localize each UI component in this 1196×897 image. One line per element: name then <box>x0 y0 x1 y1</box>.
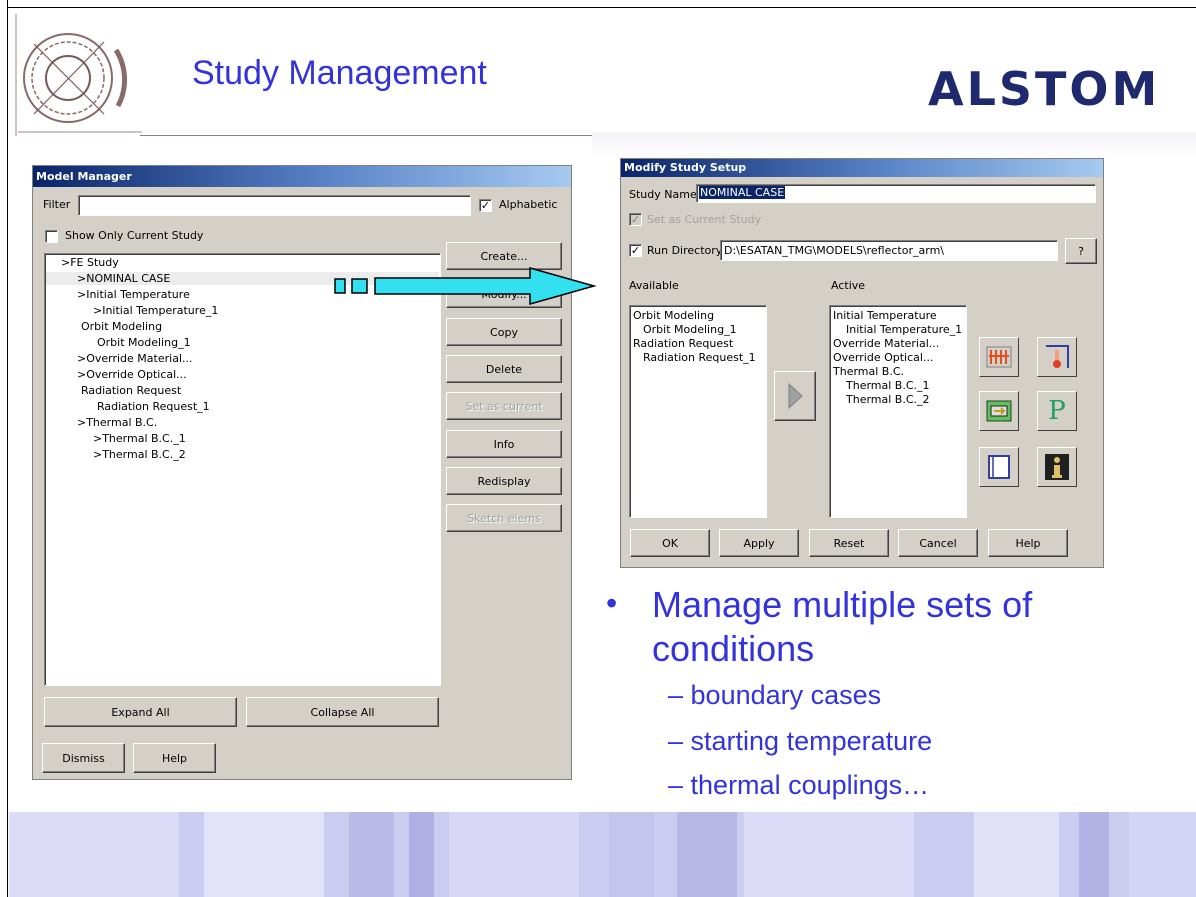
run-directory-label: Run Directory <box>647 244 723 257</box>
active-item[interactable]: Thermal B.C. <box>833 365 904 378</box>
tree-item[interactable]: Orbit Modeling <box>81 320 162 333</box>
set-current-study-label: Set as Current Study <box>647 213 762 226</box>
modify-study-titlebar: Modify Study Setup <box>621 159 1103 177</box>
run-directory-input[interactable]: D:\ESATAN_TMG\MODELS\reflector_arm\ <box>720 240 1058 261</box>
tree-item[interactable]: >Override Optical... <box>77 368 187 381</box>
redisplay-button[interactable]: Redisplay <box>446 467 562 495</box>
show-only-current-checkbox[interactable] <box>45 230 58 243</box>
available-list[interactable]: Orbit Modeling Orbit Modeling_1 Radiatio… <box>629 305 767 518</box>
reset-button[interactable]: Reset <box>809 529 889 557</box>
set-current-study-checkbox[interactable]: ✓ <box>629 213 642 226</box>
info-button[interactable]: Info <box>446 430 562 458</box>
boundary-conditions-icon-button[interactable] <box>979 337 1019 377</box>
temperature-icon-button[interactable] <box>1037 337 1077 377</box>
active-item[interactable]: Thermal B.C._1 <box>846 379 930 392</box>
active-label: Active <box>831 279 866 292</box>
tree-item[interactable]: >Initial Temperature <box>77 288 190 301</box>
set-as-current-button[interactable]: Set as current <box>446 392 562 420</box>
run-directory-checkbox[interactable]: ✓ <box>629 244 642 257</box>
move-to-active-button[interactable] <box>774 371 816 421</box>
tree-item[interactable]: Orbit Modeling_1 <box>97 336 191 349</box>
active-item[interactable]: Initial Temperature_1 <box>846 323 962 336</box>
filter-input[interactable] <box>78 195 471 216</box>
property-p-icon-button[interactable]: P <box>1037 391 1077 431</box>
browse-button[interactable]: ? <box>1065 238 1097 264</box>
bullet-dot-icon: • <box>606 585 618 621</box>
help-button[interactable]: Help <box>988 529 1068 557</box>
help-button[interactable]: Help <box>133 743 216 773</box>
slide-frame-left <box>7 0 8 897</box>
sketch-elems-button[interactable]: Sketch elems <box>446 504 562 532</box>
main-bullet-line2: conditions <box>652 628 815 669</box>
run-directory-value: D:\ESATAN_TMG\MODELS\reflector_arm\ <box>724 244 944 257</box>
active-list[interactable]: Initial Temperature Initial Temperature_… <box>829 305 967 518</box>
property-p-icon: P <box>1048 396 1066 426</box>
slide-frame-top <box>7 7 1196 8</box>
ok-button[interactable]: OK <box>630 529 710 557</box>
orbit-icon-button[interactable] <box>979 391 1019 431</box>
boundary-conditions-icon <box>986 346 1012 368</box>
panel-icon-button[interactable] <box>979 447 1019 487</box>
modify-study-setup-window: Modify Study Setup Study Name NOMINAL CA… <box>620 158 1104 568</box>
info-icon <box>1045 454 1069 480</box>
subbullet: – starting temperature <box>668 726 933 756</box>
pointer-arrow-icon <box>334 267 597 305</box>
panel-icon <box>988 455 1010 479</box>
subbullet: – thermal couplings… <box>668 770 930 800</box>
tree-item[interactable]: Radiation Request <box>81 384 181 397</box>
available-item[interactable]: Orbit Modeling <box>633 309 714 322</box>
orbit-icon <box>986 400 1012 422</box>
alphabetic-checkbox[interactable]: ✓ <box>479 199 492 212</box>
temperature-icon <box>1046 345 1069 368</box>
decorative-bottom-band <box>9 812 1196 897</box>
study-name-value: NOMINAL CASE <box>699 186 786 199</box>
tree-item[interactable]: >Override Material... <box>77 352 192 365</box>
logo-emblem-icon <box>15 14 142 136</box>
subbullet-text: thermal couplings… <box>690 770 930 800</box>
tree-item[interactable]: >Thermal B.C. <box>77 416 157 429</box>
tree-item[interactable]: >Initial Temperature_1 <box>93 304 218 317</box>
delete-button[interactable]: Delete <box>446 355 562 383</box>
info-icon-button[interactable] <box>1037 447 1077 487</box>
main-bullet-line1: Manage multiple sets of <box>652 584 1033 625</box>
study-name-label: Study Name <box>629 188 697 201</box>
right-arrow-icon <box>788 383 803 409</box>
show-only-current-label: Show Only Current Study <box>65 229 204 242</box>
active-item[interactable]: Initial Temperature <box>833 309 937 322</box>
model-manager-titlebar: Model Manager <box>33 166 571 187</box>
tree-item[interactable]: >Thermal B.C._1 <box>93 432 186 445</box>
tree-item[interactable]: >FE Study <box>61 256 119 269</box>
active-item[interactable]: Thermal B.C._2 <box>846 393 930 406</box>
slide-title: Study Management <box>192 54 487 92</box>
subbullet-text: boundary cases <box>690 680 882 710</box>
copy-button[interactable]: Copy <box>446 318 562 346</box>
tree-item[interactable]: Radiation Request_1 <box>97 400 210 413</box>
available-item[interactable]: Orbit Modeling_1 <box>643 323 737 336</box>
brand-logo: ALSTOM <box>928 62 1161 116</box>
tree-item[interactable]: >Thermal B.C._2 <box>93 448 186 461</box>
study-tree[interactable]: >FE Study >NOMINAL CASE >Initial Tempera… <box>44 253 441 686</box>
active-item[interactable]: Override Optical... <box>833 351 933 364</box>
active-item[interactable]: Override Material... <box>833 337 939 350</box>
collapse-all-button[interactable]: Collapse All <box>246 697 439 727</box>
study-name-input[interactable]: NOMINAL CASE <box>696 184 1096 203</box>
available-item[interactable]: Radiation Request_1 <box>643 351 756 364</box>
cancel-button[interactable]: Cancel <box>898 529 978 557</box>
expand-all-button[interactable]: Expand All <box>44 697 237 727</box>
subbullet: – boundary cases <box>668 680 882 710</box>
filter-label: Filter <box>43 198 71 211</box>
alphabetic-label: Alphabetic <box>499 198 558 211</box>
model-manager-window: Model Manager Filter ✓ Alphabetic Show O… <box>32 165 572 780</box>
dismiss-button[interactable]: Dismiss <box>42 743 125 773</box>
subbullet-text: starting temperature <box>690 726 933 756</box>
apply-button[interactable]: Apply <box>719 529 799 557</box>
available-item[interactable]: Radiation Request <box>633 337 733 350</box>
available-label: Available <box>629 279 679 292</box>
